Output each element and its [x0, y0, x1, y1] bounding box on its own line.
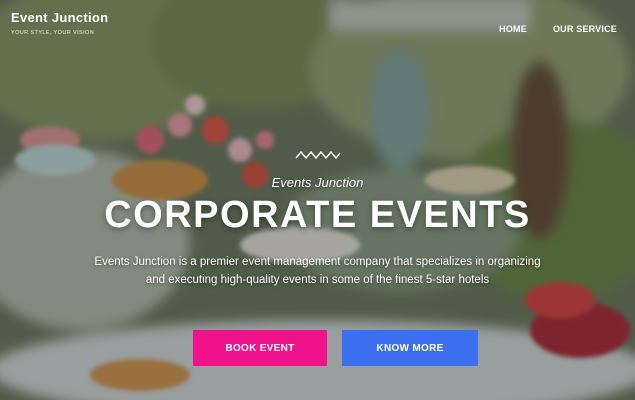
top-navigation: Event Junction YOUR STYLE, YOUR VISION H… [0, 0, 635, 60]
nav-link-our-service[interactable]: OUR SERVICE [553, 24, 617, 34]
wave-divider-icon [294, 150, 341, 160]
hero-headline: CORPORATE EVENTS [104, 194, 531, 236]
main-menu: HOME OUR SERVICE [499, 24, 617, 34]
brand-tagline: YOUR STYLE, YOUR VISION [11, 30, 95, 36]
brand-name: Event Junction [11, 10, 109, 25]
hero-description: Events Junction is a premier event manag… [94, 256, 541, 286]
hero-kicker: Events Junction [271, 175, 364, 190]
brand-logo[interactable]: Event Junction YOUR STYLE, YOUR VISION [11, 10, 108, 36]
nav-link-home[interactable]: HOME [499, 24, 527, 34]
book-event-button[interactable]: BOOK EVENT [193, 330, 327, 366]
know-more-button[interactable]: KNOW MORE [342, 330, 478, 366]
hero-section: Events Junction CORPORATE EVENTS Events … [0, 150, 635, 289]
